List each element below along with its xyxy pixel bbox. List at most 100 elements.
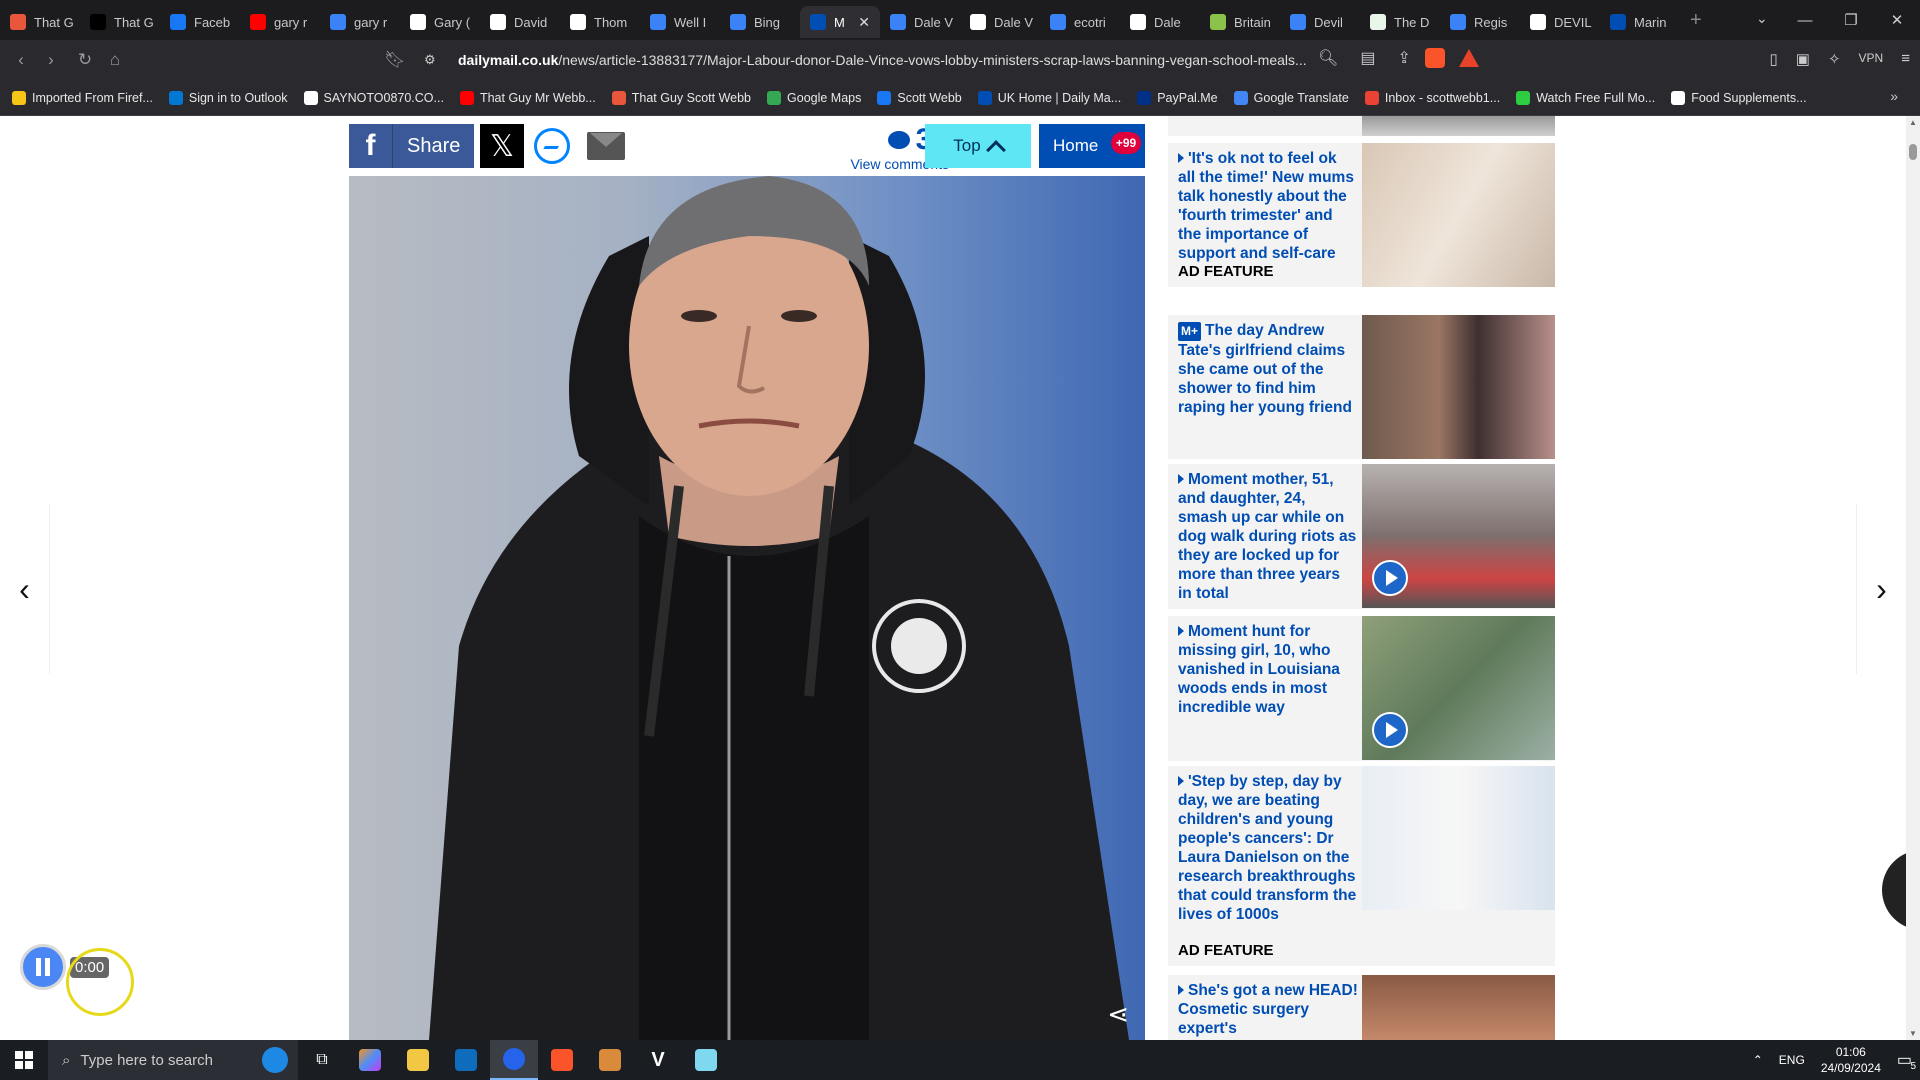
puff-image[interactable] [1362,616,1555,760]
back-to-top-button[interactable]: Top [925,124,1031,168]
bookmark-item[interactable]: PayPal.Me [1137,90,1218,105]
reader-mode-icon[interactable]: ▤ [1360,48,1375,68]
bookmark-item[interactable]: Watch Free Full Mo... [1516,90,1655,105]
page-scrollbar[interactable]: ▲ ▼ [1906,116,1920,1040]
puff-headline[interactable]: M+ The day Andrew Tate's girlfriend claim… [1178,321,1358,417]
scroll-down-icon[interactable]: ▼ [1909,1029,1917,1038]
bookmark-item[interactable]: Food Supplements... [1671,90,1807,105]
browser-tab[interactable]: Bing [720,6,800,38]
taskbar-app-active[interactable] [490,1040,538,1080]
bookmark-item[interactable]: Scott Webb [877,90,962,105]
puff-image[interactable] [1362,464,1555,608]
scroll-thumb[interactable] [1909,144,1917,160]
bookmark-item[interactable]: Sign in to Outlook [168,90,288,105]
sidebar-puff[interactable]: 'Step by step, day by day, we are beatin… [1168,766,1555,966]
puff-headline[interactable]: Moment mother, 51, and daughter, 24, sma… [1178,470,1358,603]
wallet-icon[interactable]: ▣ [1796,50,1810,68]
notifications-icon[interactable]: ▭ 5 [1897,1050,1916,1072]
home-icon[interactable]: ⌂ [100,50,130,70]
bookmark-item[interactable]: SAYNOTO0870.CO... [303,90,444,105]
taskbar-vegas[interactable]: V [634,1040,682,1080]
close-tab-icon[interactable]: ✕ [858,14,870,31]
puff-image[interactable] [1362,975,1555,1040]
browser-tab[interactable]: Dale [1120,6,1200,38]
next-article-button[interactable]: › [1856,504,1906,674]
bookmark-item[interactable]: Google Translate [1233,90,1349,105]
address-field[interactable]: dailymail.co.uk/news/article-13883177/Ma… [458,45,1358,75]
menu-icon[interactable]: ≡ [1901,50,1910,68]
reload-button[interactable]: ↻ [70,50,100,70]
sidebar-puff[interactable]: Moment mother, 51, and daughter, 24, sma… [1168,464,1555,609]
home-button[interactable]: Home +99 [1039,124,1145,168]
taskbar-file-explorer[interactable] [394,1040,442,1080]
tray-overflow-icon[interactable]: ⌃ [1753,1053,1763,1067]
puff-headline[interactable]: 'Step by step, day by day, we are beatin… [1178,772,1358,924]
minimize-button[interactable]: — [1782,12,1828,29]
browser-tab[interactable]: Faceb [160,6,240,38]
scroll-up-icon[interactable]: ▲ [1909,118,1917,127]
bookmark-item[interactable]: That Guy Scott Webb [611,90,751,105]
browser-tab[interactable]: gary r [320,6,400,38]
leo-ai-icon[interactable]: ✧ [1828,50,1841,68]
browser-tab[interactable]: Dale V [880,6,960,38]
previous-article-button[interactable]: ‹ [0,504,50,674]
browser-tab[interactable]: That G [0,6,80,38]
taskbar-notes[interactable] [682,1040,730,1080]
facebook-share-button[interactable]: f Share [349,124,474,168]
email-share-button[interactable] [586,128,626,164]
bookmark-item[interactable]: Imported From Firef... [12,90,153,105]
puff-headline[interactable]: Moment hunt for missing girl, 10, who va… [1178,622,1358,717]
browser-tab[interactable]: Thom [560,6,640,38]
share-icon[interactable]: ⇪ [1397,48,1410,68]
browser-tab[interactable]: Well I [640,6,720,38]
site-info-icon[interactable]: ⚙ [424,52,436,68]
puff-image[interactable] [1362,766,1555,910]
language-indicator[interactable]: ENG [1779,1053,1805,1067]
clock[interactable]: 01:06 24/09/2024 [1821,1044,1881,1076]
puff-headline[interactable]: She's got a new HEAD! Cosmetic surgery e… [1178,981,1358,1038]
bookmark-icon[interactable]: 🔖︎ [380,50,410,70]
photo-share-icon[interactable]: ⋖ [1107,999,1129,1030]
play-icon[interactable] [1372,712,1408,748]
browser-tab[interactable]: Dale V [960,6,1040,38]
browser-tab[interactable]: DEVIL [1520,6,1600,38]
bookmarks-overflow-icon[interactable]: » [1890,88,1898,104]
close-window-button[interactable]: ✕ [1874,11,1920,29]
browser-tab[interactable]: Britain [1200,6,1280,38]
taskbar-store[interactable] [442,1040,490,1080]
taskbar-media[interactable] [586,1040,634,1080]
sidebar-puff[interactable]: Moment hunt for missing girl, 10, who va… [1168,616,1555,761]
sidebar-puff[interactable]: She's got a new HEAD! Cosmetic surgery e… [1168,975,1555,1040]
back-button[interactable]: ‹ [6,50,36,70]
task-view-button[interactable]: ⧉ [298,1040,346,1080]
browser-tab[interactable]: Devil [1280,6,1360,38]
sidebar-puff[interactable]: 'It's ok not to feel ok all the time!' N… [1168,143,1555,287]
taskbar-search[interactable]: ⌕ Type here to search [48,1040,298,1080]
browser-tab[interactable]: The D [1360,6,1440,38]
tab-search-chevron-icon[interactable]: ⌄ [1756,10,1768,27]
browser-tab[interactable]: David [480,6,560,38]
browser-tab[interactable]: M ✕ [800,6,880,38]
taskbar-brave[interactable] [538,1040,586,1080]
restore-button[interactable]: ❐ [1828,11,1874,29]
bookmark-item[interactable]: Google Maps [767,90,861,105]
bookmark-item[interactable]: Inbox - scottwebb1... [1364,90,1500,105]
brave-shields-icon[interactable] [1425,48,1445,68]
taskbar-copilot[interactable] [346,1040,394,1080]
zoom-icon[interactable]: 🔍︎ [1318,48,1338,68]
puff-headline[interactable]: 'It's ok not to feel ok all the time!' N… [1178,149,1358,263]
bookmark-item[interactable]: That Guy Mr Webb... [459,90,596,105]
puff-image[interactable] [1362,143,1555,287]
messenger-share-button[interactable] [534,128,570,164]
browser-tab[interactable]: ecotri [1040,6,1120,38]
forward-button[interactable]: › [36,50,66,70]
pause-button[interactable] [20,944,66,990]
sidebar-icon[interactable]: ▯ [1770,50,1778,68]
sidebar-puff[interactable]: M+ The day Andrew Tate's girlfriend claim… [1168,315,1555,459]
puff-image[interactable] [1362,315,1555,459]
play-icon[interactable] [1372,560,1408,596]
start-button[interactable] [0,1040,48,1080]
browser-tab[interactable]: gary r [240,6,320,38]
vpn-label[interactable]: VPN [1859,51,1884,68]
x-share-button[interactable]: 𝕏 [480,124,524,168]
